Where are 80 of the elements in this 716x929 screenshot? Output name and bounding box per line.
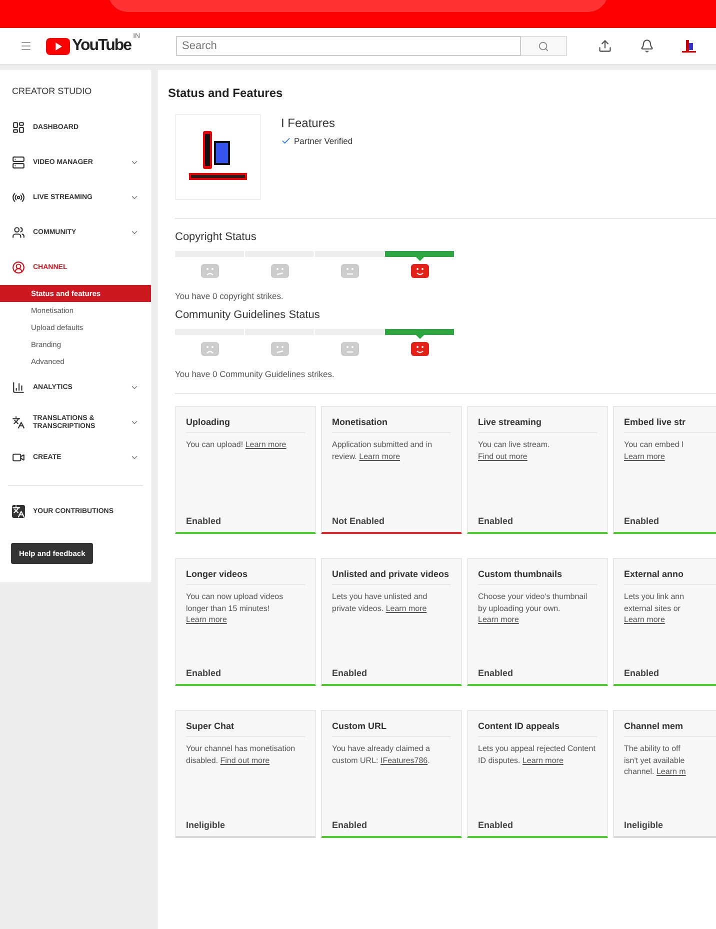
page-title: Status and Features [168, 86, 284, 100]
bell-icon[interactable] [640, 39, 654, 53]
avatar-icon[interactable] [682, 39, 696, 53]
feature-status: Enabled [478, 516, 514, 528]
feature-description: You can live stream. Find out more [478, 439, 551, 462]
feature-title: Embed live str [624, 417, 716, 433]
feature-title: Unlisted and private videos [332, 569, 451, 585]
feature-description: Lets you have unlisted and private videos. Learn more [332, 591, 428, 615]
feature-status: Enabled [478, 820, 514, 832]
feature-link[interactable]: Learn m [656, 767, 686, 776]
feature-link[interactable]: Learn more [522, 756, 564, 764]
feature-status: Not Enabled [332, 516, 386, 528]
sidebar-title: CREATOR STUDIO [11, 85, 93, 98]
feature-title: Content ID appeals [478, 721, 597, 737]
feature-description: Lets you appeal rejected Content ID disputes. Learn more [478, 743, 596, 767]
feature-status: Ineligible [186, 820, 226, 832]
feature-description: You have already claimed a custom URL: IFeatures786. [332, 743, 431, 766]
feature-title: External anno [624, 569, 716, 585]
feature-link[interactable]: Learn more [624, 452, 665, 460]
feature-link[interactable]: Learn more [359, 452, 400, 460]
sidebar-icon [12, 121, 25, 134]
upload-icon[interactable] [598, 39, 612, 53]
sidebar-icon [12, 381, 25, 394]
feature-status: Enabled [624, 668, 660, 680]
feature-description: Your channel has monetisation disabled. Find out more [186, 743, 296, 766]
sidebar-icon [12, 451, 25, 464]
chevron-icon[interactable] [130, 228, 139, 237]
feature-title: Uploading [186, 417, 305, 433]
feature-title: Live streaming [478, 417, 597, 433]
status-title: Copyright Status [175, 231, 258, 243]
feature-link[interactable]: Learn more [386, 604, 427, 612]
sidebar-icon [12, 226, 25, 239]
feature-description: You can embed l Learn more [624, 439, 684, 462]
partner-badge: Partner Verified [281, 136, 353, 146]
sidebar-icon [12, 261, 25, 274]
feature-title: Super Chat [186, 721, 305, 737]
feature-description: Lets you link ann external sites or Learn more [624, 591, 686, 626]
feature-link[interactable]: Find out more [220, 756, 270, 764]
feature-link[interactable]: IFeatures786 [380, 756, 428, 764]
search-icon [538, 40, 549, 52]
feature-title: Custom thumbnails [478, 569, 597, 585]
feature-description: Choose your video's thumbnail by uploading your own. Learn more [478, 591, 588, 626]
feature-title: Monetisation [332, 417, 451, 433]
feature-status: Enabled [186, 516, 222, 528]
feature-title: Longer videos [186, 569, 305, 585]
search-field[interactable]: Search [176, 36, 521, 56]
feature-title: Custom URL [332, 721, 451, 737]
feature-description: Application submitted and in review. Learn more [332, 439, 434, 462]
chevron-icon[interactable] [130, 193, 139, 202]
status-title: Community Guidelines Status [175, 309, 321, 321]
feature-status: Enabled [478, 668, 514, 680]
sidebar-icon [12, 191, 25, 204]
translate-icon [12, 505, 25, 518]
feature-title: Channel mem [624, 721, 716, 737]
feature-status: Enabled [332, 668, 368, 680]
feature-link[interactable]: Find out more [478, 452, 528, 460]
feature-link[interactable]: Learn more [478, 615, 519, 624]
strike-text: You have 0 Community Guidelines strikes. [175, 369, 336, 379]
strike-text: You have 0 copyright strikes. [175, 291, 284, 301]
feature-description: You can now upload videos longer than 15 minutes! Learn more [186, 591, 284, 626]
play-logo-icon [46, 38, 70, 54]
chevron-icon[interactable] [130, 158, 139, 167]
feature-description: The ability to off isn't yet available channel. Learn m [624, 743, 687, 778]
feature-link[interactable]: Learn more [245, 440, 286, 449]
sidebar-icon [12, 416, 25, 429]
channel-name: I Features [281, 116, 336, 130]
chevron-icon[interactable] [130, 383, 139, 392]
menu-icon[interactable] [20, 40, 32, 52]
sidebar-icon [12, 156, 25, 169]
logo-text[interactable]: YouTube [72, 37, 132, 55]
feature-link[interactable]: Learn more [186, 615, 227, 624]
feature-link[interactable]: Learn more [624, 615, 665, 624]
feature-status: Enabled [186, 668, 222, 680]
chevron-icon[interactable] [130, 453, 139, 462]
feature-status: Enabled [624, 516, 660, 528]
chevron-icon[interactable] [130, 418, 139, 427]
feature-description: You can upload! Learn more [186, 439, 288, 451]
feature-status: Enabled [332, 820, 368, 832]
feature-status: Ineligible [624, 820, 664, 832]
search-button[interactable] [521, 36, 567, 56]
